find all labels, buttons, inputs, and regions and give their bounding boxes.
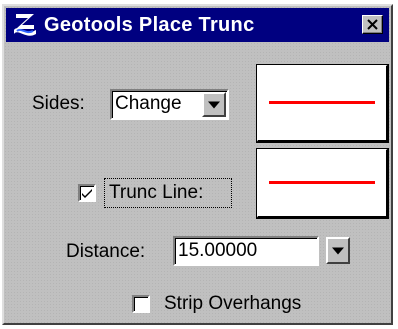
sides-line-style-preview[interactable]: [256, 64, 389, 143]
geotools-place-trunc-dialog: Geotools Place Trunc Sides: Change Trunc…: [2, 4, 393, 325]
trunc-line-style-preview[interactable]: [256, 148, 389, 219]
sides-select-value: Change: [115, 93, 182, 114]
chevron-down-icon: [332, 247, 344, 254]
distance-input[interactable]: 15.00000: [173, 236, 319, 266]
trunc-line-checkbox[interactable]: [78, 184, 96, 202]
sides-label: Sides:: [32, 93, 85, 114]
title-bar[interactable]: Geotools Place Trunc: [6, 8, 389, 42]
sides-line-preview: [269, 101, 375, 104]
sides-dropdown-button[interactable]: [202, 92, 226, 117]
trunc-line-label[interactable]: Trunc Line:: [109, 182, 203, 204]
check-icon: [82, 189, 92, 198]
close-button[interactable]: [362, 15, 383, 34]
sides-select[interactable]: Change: [110, 89, 229, 120]
trunc-line-preview: [269, 181, 375, 184]
chevron-down-icon: [208, 101, 220, 108]
window-title: Geotools Place Trunc: [44, 14, 255, 36]
close-icon: [367, 19, 378, 30]
distance-input-value: 15.00000: [178, 240, 258, 261]
distance-dropdown-button[interactable]: [326, 237, 350, 264]
strip-overhangs-checkbox[interactable]: [132, 295, 150, 313]
distance-label: Distance:: [66, 241, 146, 262]
geotools-app-icon[interactable]: [12, 10, 38, 40]
strip-overhangs-label[interactable]: Strip Overhangs: [164, 293, 301, 315]
